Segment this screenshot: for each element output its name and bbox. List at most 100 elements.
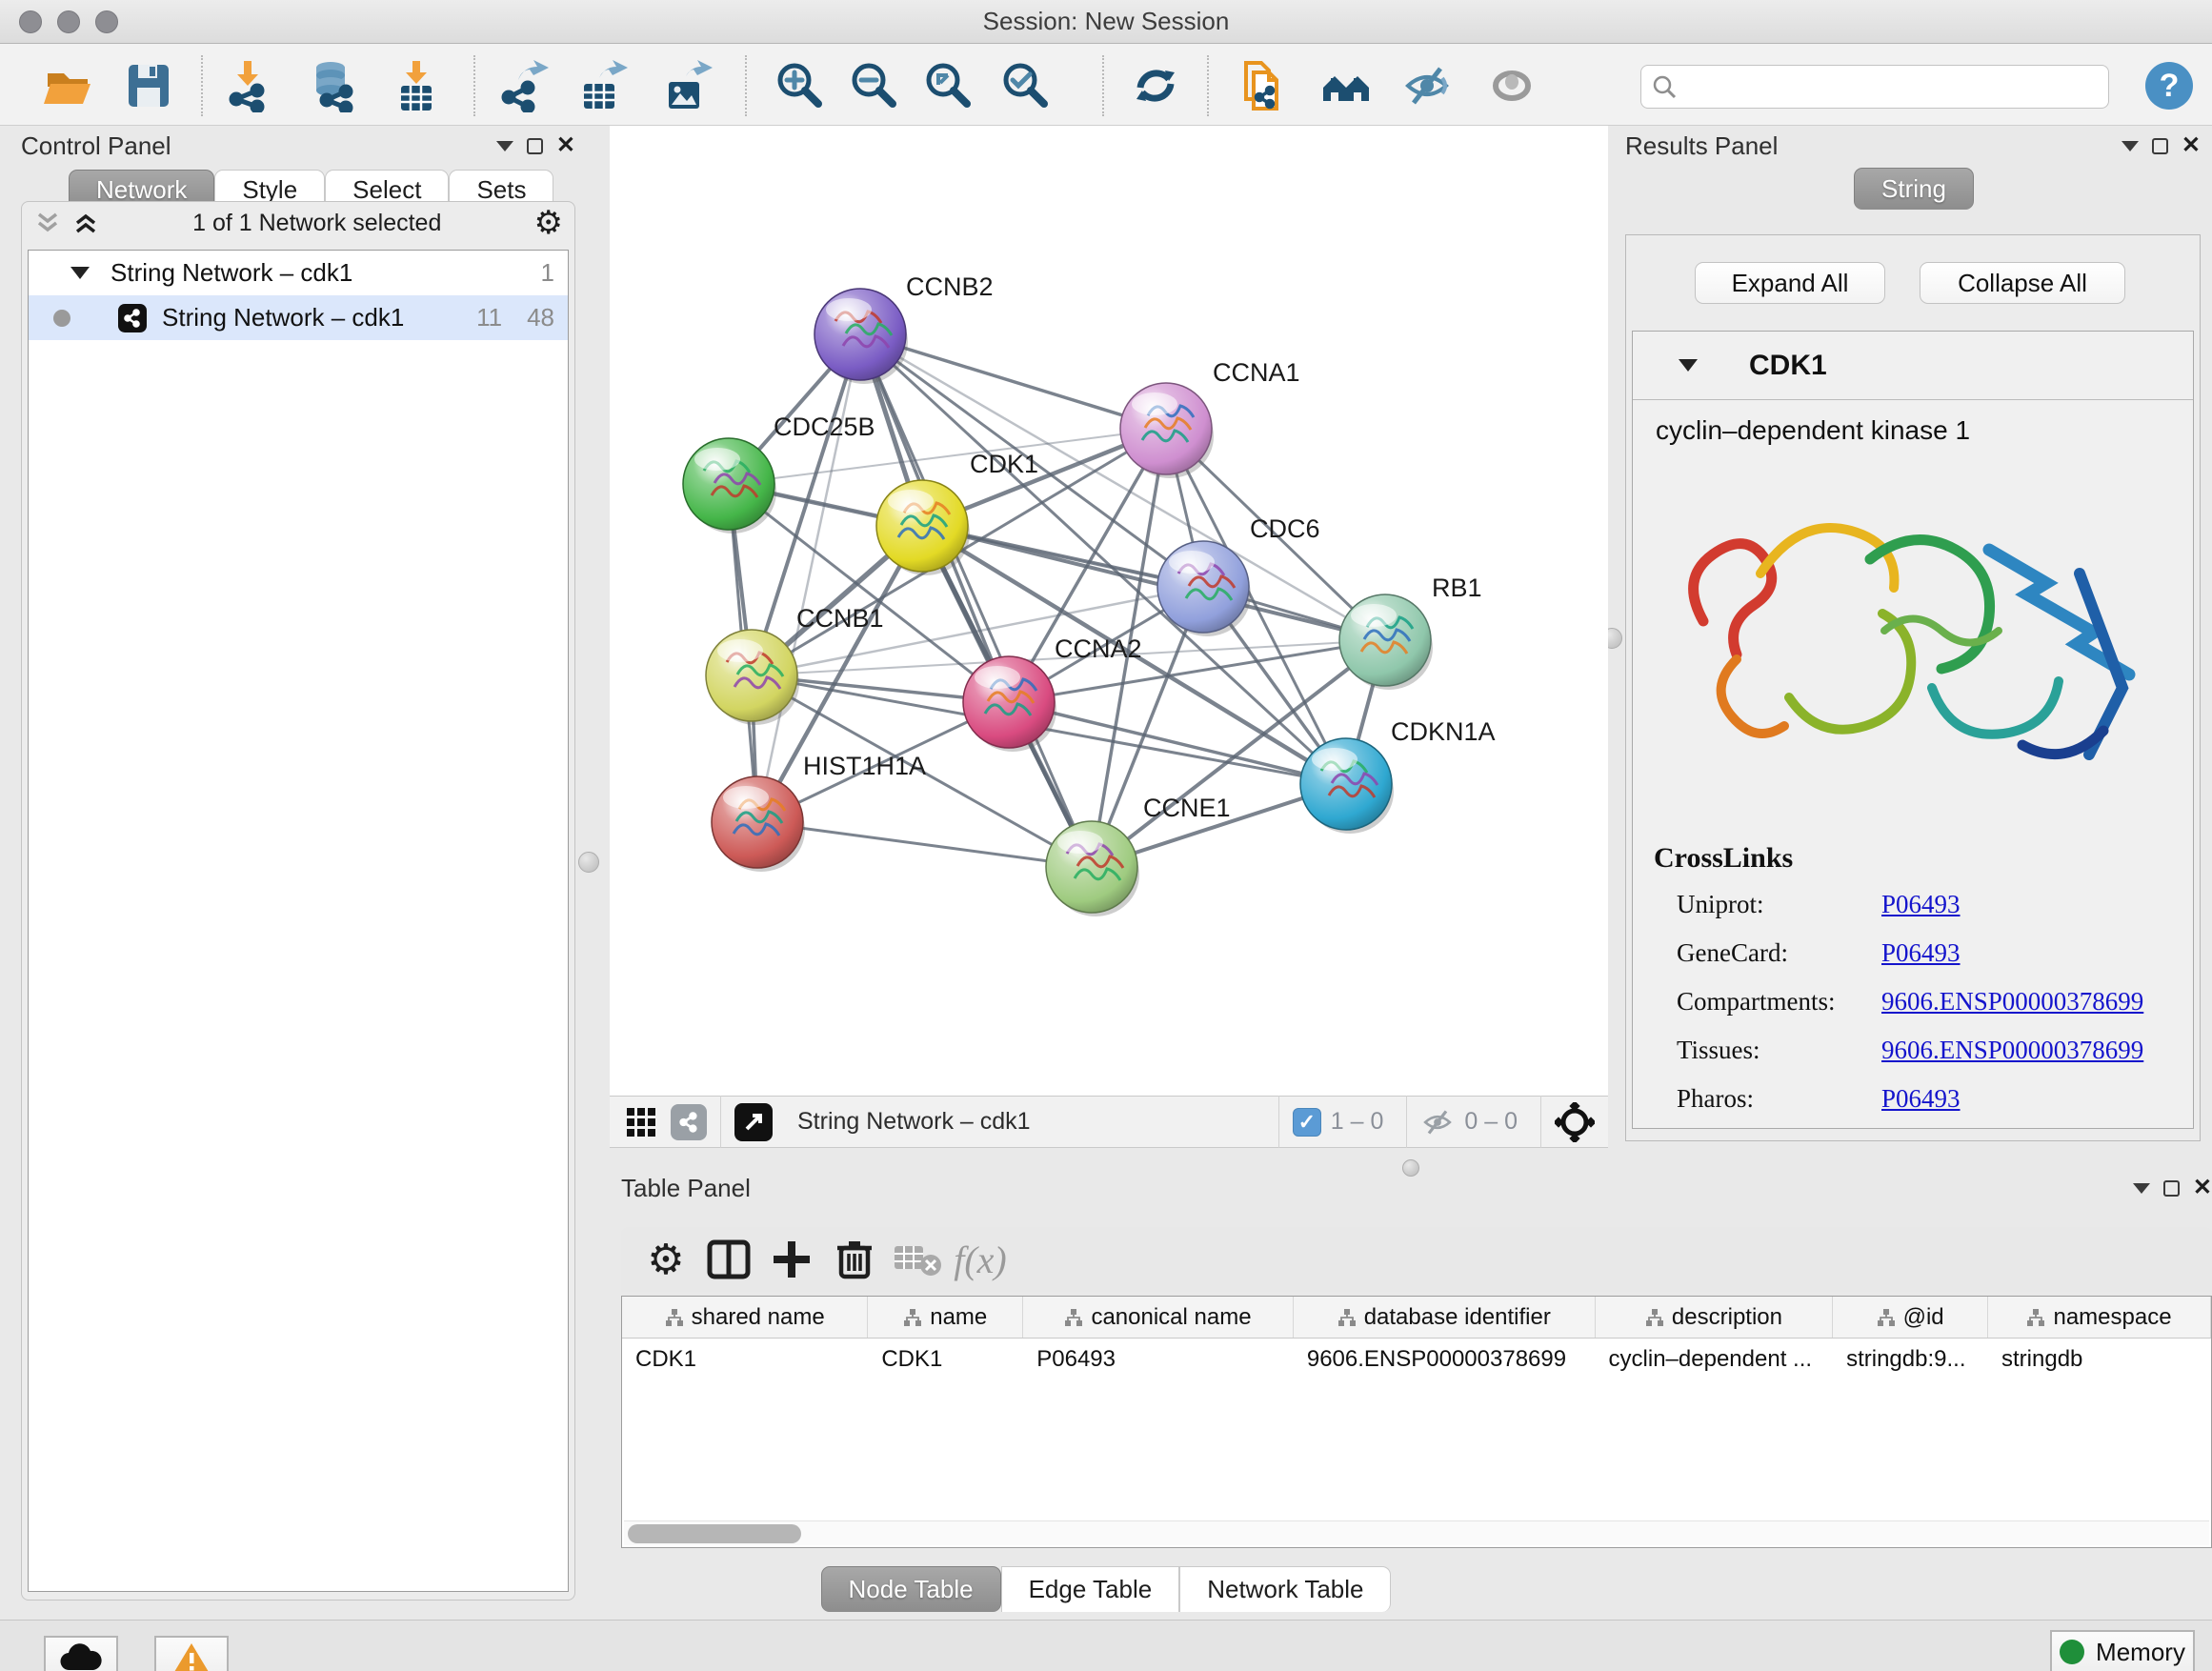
- table-cell[interactable]: cyclin–dependent ...: [1596, 1339, 1834, 1380]
- network-options-gear-icon[interactable]: ⚙: [534, 204, 563, 242]
- save-icon: [122, 59, 175, 112]
- tab-node-table[interactable]: Node Table: [821, 1566, 1001, 1612]
- panel-close-icon[interactable]: ✕: [2193, 1177, 2212, 1199]
- crosslink-value-link[interactable]: P06493: [1881, 938, 1961, 968]
- zoom-out-button[interactable]: [847, 58, 902, 113]
- panel-menu-icon[interactable]: [496, 141, 513, 151]
- grid-view-icon[interactable]: [625, 1106, 657, 1138]
- tab-string[interactable]: String: [1854, 168, 1974, 210]
- collection-expander-icon[interactable]: [70, 267, 90, 279]
- node-CDC25B[interactable]: CDC25B: [683, 413, 875, 534]
- node-RB1[interactable]: RB1: [1339, 574, 1482, 690]
- table-cell[interactable]: 9606.ENSP00000378699: [1294, 1339, 1596, 1380]
- edge-CDK1-RB1[interactable]: [922, 526, 1385, 640]
- column-header-description[interactable]: description: [1596, 1297, 1834, 1338]
- hide-selected-button[interactable]: [1399, 58, 1455, 113]
- delete-column-icon[interactable]: [823, 1233, 886, 1286]
- export-table-button[interactable]: [575, 58, 631, 113]
- panel-float-icon[interactable]: [2163, 1180, 2180, 1197]
- help-button[interactable]: ?: [2142, 58, 2197, 113]
- column-header-name[interactable]: name: [868, 1297, 1023, 1338]
- refresh-layout-button[interactable]: [1128, 58, 1183, 113]
- panel-menu-icon[interactable]: [2133, 1183, 2150, 1194]
- import-table-button[interactable]: [389, 58, 444, 113]
- node-table[interactable]: shared namenamecanonical namedatabase id…: [621, 1296, 2212, 1548]
- column-header-namespace[interactable]: namespace: [1988, 1297, 2211, 1338]
- save-session-button[interactable]: [121, 58, 176, 113]
- network-tree: String Network – cdk1 1 String Network –…: [28, 250, 569, 1592]
- selected-checkbox-icon[interactable]: ✓: [1293, 1108, 1321, 1137]
- show-columns-icon[interactable]: [697, 1233, 760, 1286]
- node-CCNA1[interactable]: CCNA1: [1120, 358, 1300, 478]
- edge-CCNB2-CCNE1[interactable]: [860, 334, 1092, 867]
- import-network-file-button[interactable]: [220, 58, 275, 113]
- warnings-button[interactable]: [154, 1636, 229, 1671]
- crosslink-value-link[interactable]: 9606.ENSP00000378699: [1881, 987, 2143, 1017]
- string-import-button[interactable]: [1237, 58, 1293, 113]
- show-all-button[interactable]: [1484, 58, 1539, 113]
- panel-float-icon[interactable]: [527, 138, 543, 154]
- table-cell[interactable]: CDK1: [622, 1339, 868, 1380]
- column-header-databaseidentifier[interactable]: database identifier: [1294, 1297, 1596, 1338]
- crosslink-value-link[interactable]: P06493: [1881, 890, 1961, 919]
- node-CDK1[interactable]: CDK1: [876, 450, 1038, 575]
- memory-button[interactable]: Memory: [2050, 1630, 2195, 1671]
- column-header-label: namespace: [2053, 1304, 2171, 1331]
- expand-all-icon[interactable]: [71, 211, 100, 235]
- network-share-view-icon[interactable]: [671, 1104, 707, 1140]
- export-network-button[interactable]: [498, 58, 553, 113]
- table-cell[interactable]: stringdb: [1988, 1339, 2211, 1380]
- scrollbar-thumb[interactable]: [628, 1524, 801, 1543]
- column-header-sharedname[interactable]: shared name: [622, 1297, 868, 1338]
- search-input[interactable]: [1678, 73, 2087, 100]
- collapse-all-icon[interactable]: [33, 211, 62, 235]
- open-session-button[interactable]: [40, 58, 95, 113]
- birdseye-toggle-icon[interactable]: [1555, 1102, 1595, 1142]
- network-collection-row[interactable]: String Network – cdk1 1: [29, 251, 568, 295]
- table-settings-gear-icon[interactable]: ⚙: [634, 1233, 697, 1286]
- edge-CCNB2-HIST1H1A[interactable]: [757, 334, 860, 822]
- node-HIST1H1A[interactable]: HIST1H1A: [712, 752, 926, 872]
- network-graph[interactable]: CCNB2CCNA1CDC25BCDK1CDC6RB1CCNB1CCNA2CDK…: [610, 126, 1608, 1096]
- table-cell[interactable]: stringdb:9...: [1833, 1339, 1988, 1380]
- panel-close-icon[interactable]: ✕: [2182, 134, 2201, 157]
- crosslink-value-link[interactable]: P06493: [1881, 1084, 1961, 1114]
- entry-description: cyclin–dependent kinase 1: [1633, 400, 2193, 446]
- entry-expander-icon[interactable]: [1679, 359, 1698, 372]
- panel-menu-icon[interactable]: [2122, 141, 2139, 151]
- node-CDKN1A[interactable]: CDKN1A: [1300, 717, 1496, 834]
- collapse-all-button[interactable]: Collapse All: [1920, 262, 2125, 304]
- hidden-eye-icon[interactable]: [1420, 1108, 1455, 1137]
- node-CCNB1[interactable]: CCNB1: [706, 604, 884, 725]
- panel-close-icon[interactable]: ✕: [556, 134, 575, 157]
- toolbar-search-field[interactable]: [1640, 65, 2109, 109]
- expand-all-button[interactable]: Expand All: [1695, 262, 1885, 304]
- edge-HIST1H1A-CCNE1[interactable]: [757, 822, 1092, 867]
- tab-network-table[interactable]: Network Table: [1179, 1566, 1391, 1612]
- panel-float-icon[interactable]: [2152, 138, 2168, 154]
- detach-view-icon[interactable]: [734, 1103, 773, 1141]
- column-header-id[interactable]: @id: [1833, 1297, 1988, 1338]
- search-icon: [1651, 73, 1678, 100]
- import-network-database-button[interactable]: [305, 58, 360, 113]
- left-splitter-handle[interactable]: [578, 852, 599, 873]
- create-column-icon[interactable]: [760, 1233, 823, 1286]
- network-canvas[interactable]: CCNB2CCNA1CDC25BCDK1CDC6RB1CCNB1CCNA2CDK…: [610, 126, 1608, 1096]
- network-row[interactable]: String Network – cdk1 11 48: [29, 295, 568, 340]
- crosslink-value-link[interactable]: 9606.ENSP00000378699: [1881, 1036, 2143, 1065]
- string-home-button[interactable]: [1318, 58, 1374, 113]
- node-CCNE1[interactable]: CCNE1: [1046, 794, 1231, 916]
- table-horizontal-scrollbar[interactable]: [624, 1520, 2209, 1545]
- export-image-button[interactable]: [660, 58, 715, 113]
- zoom-fit-button[interactable]: [921, 58, 976, 113]
- zoom-selected-button[interactable]: [998, 58, 1054, 113]
- table-cell[interactable]: P06493: [1023, 1339, 1294, 1380]
- delete-table-icon[interactable]: [886, 1233, 949, 1286]
- tab-edge-table[interactable]: Edge Table: [1001, 1566, 1180, 1612]
- zoom-in-button[interactable]: [773, 58, 828, 113]
- function-builder-icon[interactable]: f(x): [949, 1233, 1012, 1286]
- column-header-canonicalname[interactable]: canonical name: [1023, 1297, 1294, 1338]
- cloud-button[interactable]: [44, 1636, 118, 1671]
- table-row[interactable]: CDK1CDK1P064939606.ENSP00000378699cyclin…: [622, 1339, 2211, 1380]
- table-cell[interactable]: CDK1: [868, 1339, 1023, 1380]
